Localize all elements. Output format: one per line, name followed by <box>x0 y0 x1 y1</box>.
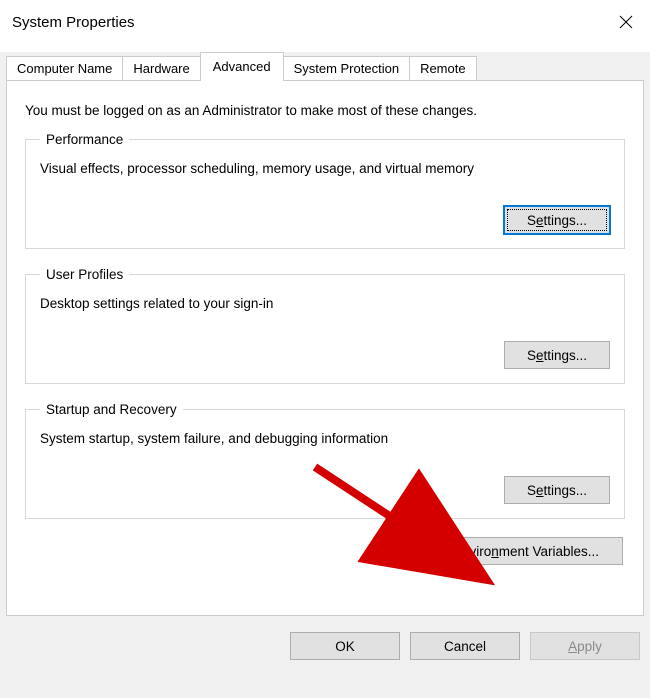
dialog-footer: OK Cancel Apply <box>0 624 650 670</box>
tab-system-protection[interactable]: System Protection <box>283 56 411 80</box>
startup-recovery-desc: System startup, system failure, and debu… <box>40 431 610 446</box>
tab-bar: Computer Name Hardware Advanced System P… <box>0 52 650 80</box>
performance-group: Performance Visual effects, processor sc… <box>25 132 625 249</box>
user-profiles-group: User Profiles Desktop settings related t… <box>25 267 625 384</box>
startup-recovery-settings-button[interactable]: Settings... <box>504 476 610 504</box>
window-title: System Properties <box>12 14 135 31</box>
tab-computer-name[interactable]: Computer Name <box>6 56 123 80</box>
ok-button[interactable]: OK <box>290 632 400 660</box>
user-profiles-legend: User Profiles <box>40 267 129 282</box>
dialog-body: Computer Name Hardware Advanced System P… <box>0 52 650 698</box>
system-properties-window: System Properties Computer Name Hardware… <box>0 0 650 686</box>
user-profiles-settings-button[interactable]: Settings... <box>504 341 610 369</box>
close-icon <box>619 15 633 29</box>
tab-advanced[interactable]: Advanced <box>200 52 284 80</box>
close-button[interactable] <box>614 10 638 34</box>
tab-remote[interactable]: Remote <box>409 56 477 80</box>
apply-button[interactable]: Apply <box>530 632 640 660</box>
tab-hardware[interactable]: Hardware <box>122 56 200 80</box>
startup-recovery-legend: Startup and Recovery <box>40 402 183 417</box>
performance-legend: Performance <box>40 132 129 147</box>
admin-note: You must be logged on as an Administrato… <box>25 103 625 118</box>
performance-settings-button[interactable]: Settings... <box>504 206 610 234</box>
performance-desc: Visual effects, processor scheduling, me… <box>40 161 610 176</box>
titlebar: System Properties <box>0 0 650 40</box>
tab-content-advanced: You must be logged on as an Administrato… <box>6 80 644 616</box>
startup-recovery-group: Startup and Recovery System startup, sys… <box>25 402 625 519</box>
environment-variables-button[interactable]: Environment Variables... <box>429 537 623 565</box>
cancel-button[interactable]: Cancel <box>410 632 520 660</box>
user-profiles-desc: Desktop settings related to your sign-in <box>40 296 610 311</box>
